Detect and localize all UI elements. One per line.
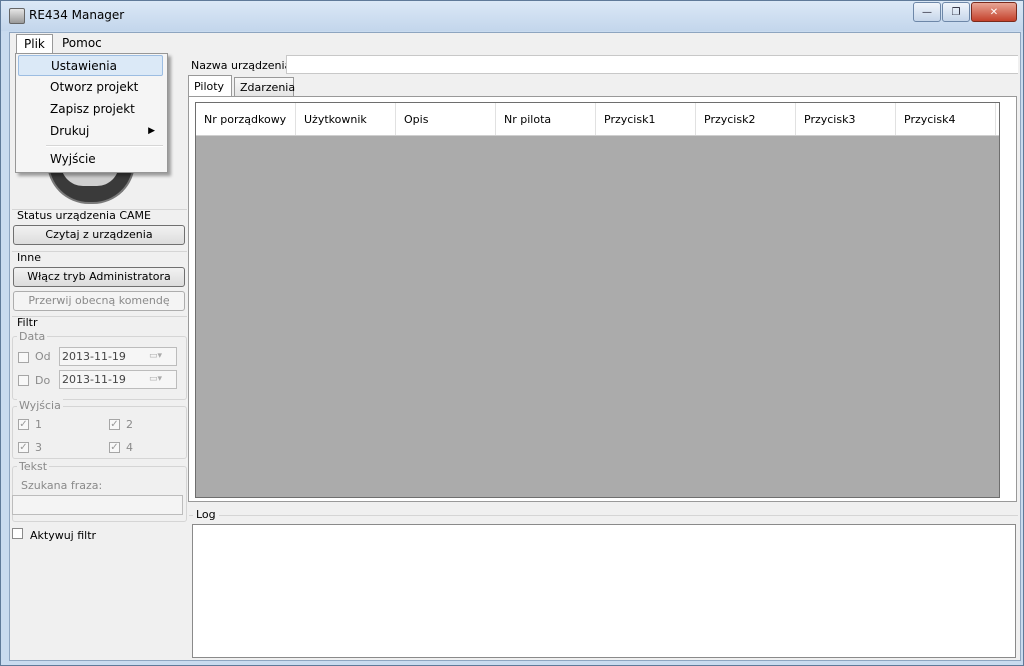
column-header[interactable]: Przycisk4 [896,103,996,135]
grid-header: Nr porządkowy Użytkownik Opis Nr pilota … [196,103,999,136]
date-from-checkbox[interactable] [18,352,29,363]
submenu-arrow-icon: ▶ [148,126,155,136]
outputs-legend: Wyjścia [17,399,63,412]
date-from-value: 2013-11-19 [62,350,126,363]
column-header[interactable]: Przycisk1 [596,103,696,135]
output-4-label: 4 [126,441,133,454]
text-legend: Tekst [17,460,50,473]
menu-plik[interactable]: Plik [16,34,53,53]
menu-item-zapisz-projekt[interactable]: Zapisz projekt [18,99,163,120]
output-1-checkbox[interactable]: ✓ [18,419,29,430]
output-3-label: 3 [35,441,42,454]
minimize-button[interactable]: — [913,2,941,22]
filter-label: Filtr [17,316,38,329]
date-group [12,336,187,400]
date-to-picker[interactable]: 2013-11-19 ▭▾ [59,370,177,389]
divider [12,316,187,317]
menu-item-wyjscie[interactable]: Wyjście [18,149,163,170]
device-name-label: Nazwa urządzenia: [191,59,295,72]
tab-zdarzenia[interactable]: Zdarzenia [234,77,295,97]
column-header[interactable]: Nr pilota [496,103,596,135]
activate-filter-checkbox[interactable] [12,528,23,539]
log-label: Log [193,508,219,521]
window-title: RE434 Manager [29,8,125,22]
calendar-dropdown-icon[interactable]: ▭▾ [149,374,173,385]
read-device-button[interactable]: Czytaj z urządzenia [13,225,185,245]
remotes-grid[interactable]: Nr porządkowy Użytkownik Opis Nr pilota … [195,102,1000,498]
client-area: Plik Pomoc Ustawienia Otworz projekt Zap… [9,32,1021,661]
date-to-value: 2013-11-19 [62,373,126,386]
search-phrase-label: Szukana fraza: [21,479,103,492]
menu-item-otworz-projekt[interactable]: Otworz projekt [18,77,163,98]
other-label: Inne [17,251,41,264]
admin-mode-button[interactable]: Włącz tryb Administratora [13,267,185,287]
column-header[interactable]: Opis [396,103,496,135]
app-icon [9,8,25,24]
date-legend: Data [17,330,48,343]
app-window: RE434 Manager — ❐ ✕ Plik Pomoc Ustawieni… [0,0,1024,666]
log-textarea[interactable] [192,524,1016,658]
date-to-checkbox[interactable] [18,375,29,386]
column-header[interactable]: Użytkownik [296,103,396,135]
menu-separator [46,145,163,147]
tab-page-piloty: Nr porządkowy Użytkownik Opis Nr pilota … [188,96,1017,502]
output-2-checkbox[interactable]: ✓ [109,419,120,430]
status-label: Status urządzenia CAME [17,209,151,222]
column-header[interactable]: Nr porządkowy [196,103,296,135]
output-2-label: 2 [126,418,133,431]
output-4-checkbox[interactable]: ✓ [109,442,120,453]
column-header[interactable]: Przycisk3 [796,103,896,135]
calendar-dropdown-icon[interactable]: ▭▾ [149,351,173,362]
close-button[interactable]: ✕ [971,2,1017,22]
date-from-label: Od [35,350,51,363]
output-3-checkbox[interactable]: ✓ [18,442,29,453]
menu-bar: Plik Pomoc [10,33,1020,53]
activate-filter-label: Aktywuj filtr [30,529,97,542]
date-from-picker[interactable]: 2013-11-19 ▭▾ [59,347,177,366]
device-name-input[interactable] [286,55,1018,74]
tab-piloty[interactable]: Piloty [188,75,232,97]
menu-item-ustawienia[interactable]: Ustawienia [18,55,163,76]
plik-dropdown-menu: Ustawienia Otworz projekt Zapisz projekt… [15,53,168,173]
log-group: Log [189,508,1018,658]
title-bar[interactable]: RE434 Manager — ❐ ✕ [1,1,1023,31]
date-to-label: Do [35,374,51,387]
maximize-button[interactable]: ❐ [942,2,970,22]
divider [189,515,1018,516]
column-header[interactable]: Przycisk2 [696,103,796,135]
window-controls: — ❐ ✕ [912,2,1017,22]
menu-item-drukuj[interactable]: Drukuj ▶ [18,121,163,142]
output-1-label: 1 [35,418,42,431]
menu-item-drukuj-label: Drukuj [50,124,90,138]
abort-command-button[interactable]: Przerwij obecną komendę [13,291,185,311]
search-phrase-input[interactable] [12,495,183,515]
menu-pomoc[interactable]: Pomoc [55,34,109,52]
